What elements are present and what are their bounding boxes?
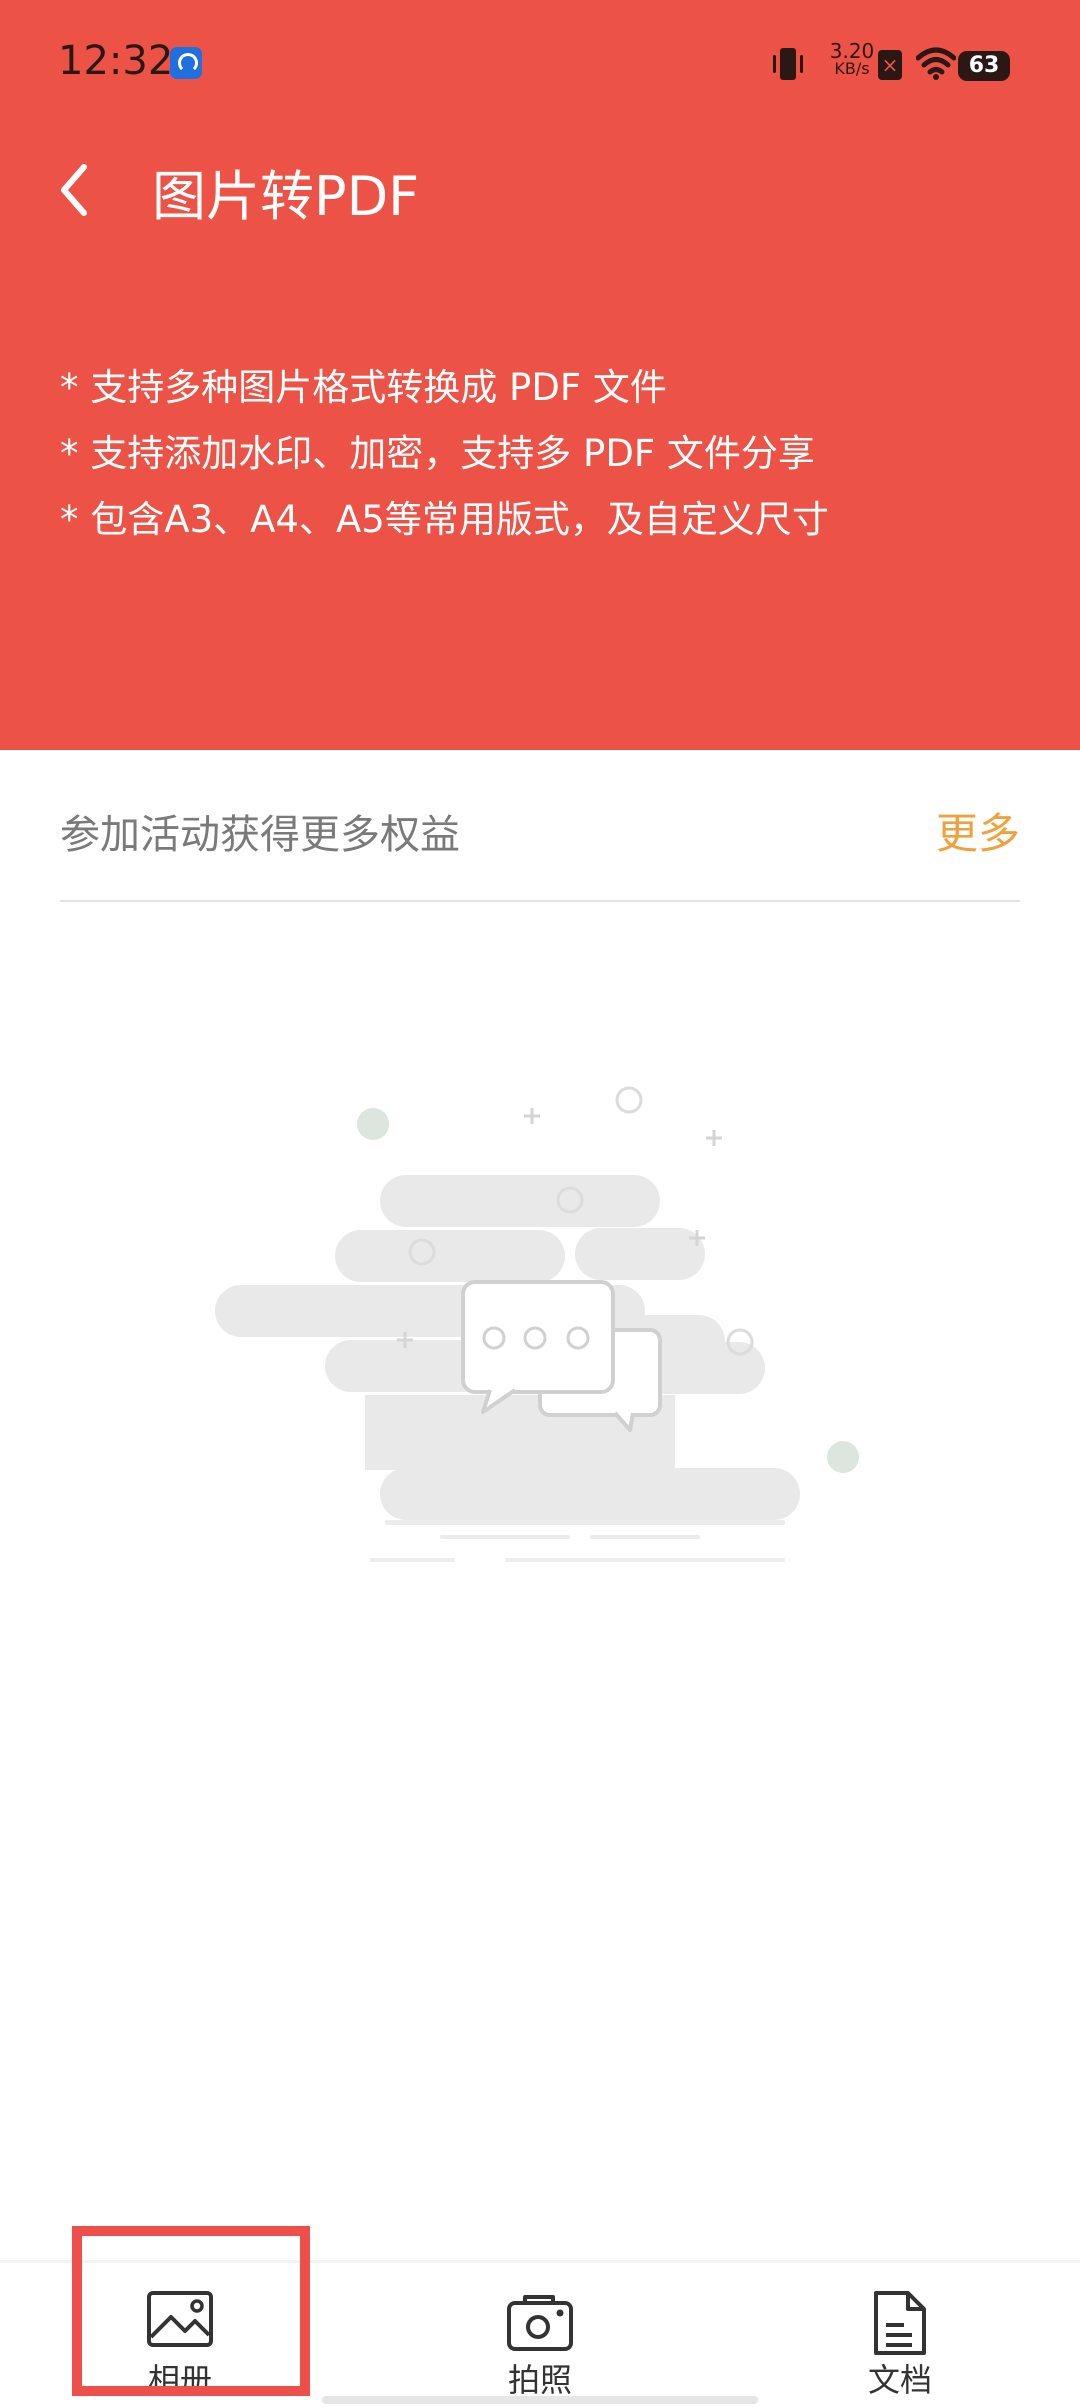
- nav-item-document[interactable]: 文档: [780, 2263, 1020, 2408]
- bottom-nav: 相册 拍照 文档: [0, 2263, 1080, 2408]
- more-link[interactable]: 更多: [936, 800, 1020, 861]
- network-speed-value: 3.20: [829, 39, 875, 63]
- wifi-icon: [916, 47, 956, 80]
- camera-icon: [507, 2295, 573, 2351]
- nav-label-album: 相册: [147, 2361, 212, 2399]
- document-icon: [874, 2291, 926, 2355]
- battery-indicator: 63: [958, 51, 1010, 81]
- empty-state-illustration: [215, 1086, 859, 1562]
- home-indicator: [322, 2396, 758, 2404]
- feature-line: * 支持多种图片格式转换成 PDF 文件: [60, 366, 667, 409]
- feature-list: * 支持多种图片格式转换成 PDF 文件 * 支持添加水印、加密，支持多 PDF…: [60, 355, 829, 553]
- vibrate-icon: [773, 48, 803, 80]
- promo-row[interactable]: 参加活动获得更多权益 更多: [60, 780, 1020, 902]
- nav-label-camera: 拍照: [507, 2361, 572, 2399]
- promo-text: 参加活动获得更多权益: [60, 812, 460, 858]
- sim-off-icon: ×: [878, 50, 902, 80]
- page-title: 图片转PDF: [152, 165, 420, 228]
- nav-item-camera[interactable]: 拍照: [420, 2263, 660, 2408]
- status-icons: 3.20 KB/s × 63: [720, 36, 1080, 92]
- feature-line: * 支持添加水印、加密，支持多 PDF 文件分享: [60, 432, 815, 475]
- back-button[interactable]: [50, 155, 110, 225]
- chevron-left-icon: [61, 164, 87, 216]
- notification-app-icon: [170, 47, 202, 79]
- feature-line: * 包含A3、A4、A5等常用版式，及自定义尺寸: [60, 498, 829, 541]
- network-speed: 3.20 KB/s: [822, 39, 882, 78]
- image-icon: [147, 2291, 213, 2347]
- header: 12:32 3.20 KB/s × 63 图片转PDF * 支持多种图片格式转换…: [0, 0, 1080, 750]
- nav-label-document: 文档: [867, 2361, 932, 2399]
- status-time: 12:32: [58, 38, 174, 84]
- nav-item-album[interactable]: 相册: [60, 2263, 300, 2408]
